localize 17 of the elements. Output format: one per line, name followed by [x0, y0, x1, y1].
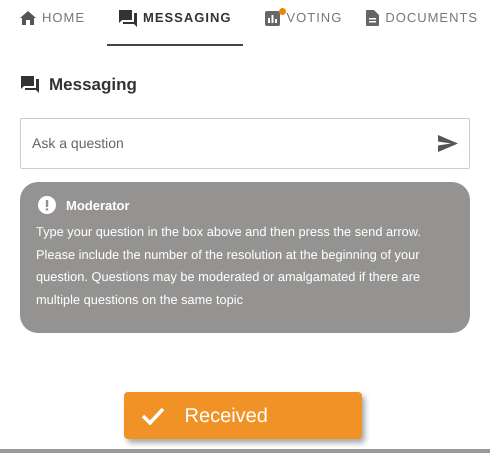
bar-chart-icon: [265, 10, 280, 26]
moderator-message: Type your question in the box above and then press the send arrow. Please include the number of the resolution at the beginning of your question. Questions may be moderated or amalgamated if there are multiple questions on the same topic: [36, 223, 422, 309]
document-icon: [366, 10, 380, 26]
tab[interactable]: VOTING: [253, 2, 354, 46]
question-field[interactable]: Ask a question: [20, 118, 470, 168]
chat-icon: [21, 76, 39, 94]
toast-label: Received: [184, 404, 268, 428]
moderator-title: Moderator: [66, 196, 130, 214]
check-icon: [140, 406, 164, 424]
alert-icon: [38, 196, 56, 214]
tab[interactable]: MESSAGING: [107, 2, 244, 46]
tab[interactable]: HOME: [8, 2, 97, 46]
home-icon: [20, 11, 36, 25]
chat-icon: [119, 10, 137, 26]
section-title: Messaging: [49, 74, 137, 96]
tab[interactable]: DOCUMENTS: [354, 2, 490, 46]
send-icon[interactable]: [438, 134, 458, 152]
